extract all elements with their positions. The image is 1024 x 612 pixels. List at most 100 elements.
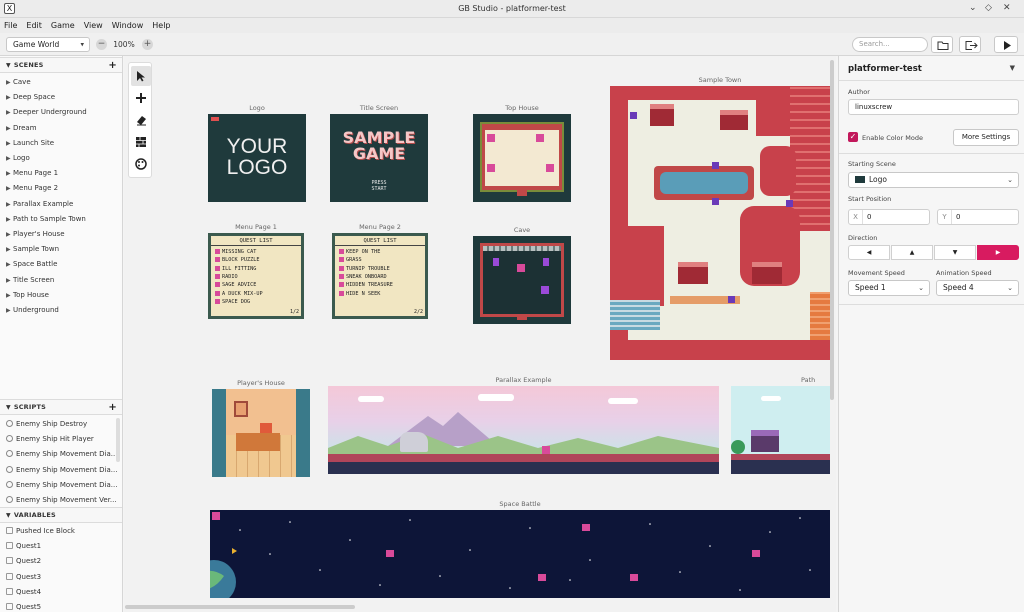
scripts-scrollbar[interactable] — [116, 418, 120, 462]
variable-list-item[interactable]: Quest2 — [0, 554, 122, 569]
scene-list-item[interactable]: ▶ Deeper Underground — [0, 105, 122, 120]
scene-list-item[interactable]: ▶ Cave — [0, 75, 122, 90]
export-button[interactable] — [959, 36, 981, 53]
paint-tool[interactable] — [131, 154, 151, 174]
scrollbar-thumb[interactable] — [125, 605, 355, 609]
horizontal-scrollbar[interactable] — [125, 604, 825, 610]
starting-scene-select[interactable]: Logo ⌄ — [848, 172, 1019, 188]
start-y-field[interactable]: Y0 — [937, 209, 1019, 225]
scenes-header[interactable]: ▼ SCENES + — [0, 57, 122, 73]
menu-edit[interactable]: Edit — [26, 21, 42, 30]
title-bar: X GB Studio - platformer-test ⌄ ◇ ✕ — [0, 0, 1024, 18]
scene-menu-page-1[interactable]: Menu Page 1 QUEST LIST MISSING CAT BLOCK … — [208, 223, 304, 319]
chevron-right-icon: ▶ — [6, 246, 11, 254]
variable-list-item[interactable]: Pushed Ice Block — [0, 524, 122, 539]
checkbox-icon — [215, 257, 220, 263]
add-scene-button[interactable]: + — [108, 58, 117, 73]
movement-speed-select[interactable]: Speed 1 ⌄ — [848, 280, 930, 296]
scene-list-item[interactable]: ▶ Dream — [0, 121, 122, 136]
author-field[interactable]: linuxscrew — [848, 99, 1019, 115]
direction-down-button[interactable]: ▼ — [934, 245, 976, 260]
menu-bar: File Edit Game View Window Help — [0, 18, 1024, 33]
scene-list-item[interactable]: ▶ Sample Town — [0, 242, 122, 257]
script-list-item[interactable]: Enemy Ship Movement Dia... — [0, 463, 122, 478]
select-tool[interactable] — [131, 66, 151, 86]
variables-header[interactable]: ▼ VARIABLES — [0, 507, 122, 523]
zoom-in-button[interactable]: + — [142, 39, 153, 50]
menu-help[interactable]: Help — [152, 21, 170, 30]
view-select[interactable]: Game World ▾ — [6, 37, 90, 52]
maximize-icon[interactable]: ◇ — [985, 3, 992, 13]
scene-parallax-example[interactable]: Parallax Example — [328, 376, 719, 474]
chevron-right-icon: ▶ — [6, 307, 11, 314]
scene-list-item[interactable]: ▶ Launch Site — [0, 136, 122, 151]
scene-logo[interactable]: Logo YOUR LOGO — [208, 104, 306, 202]
script-list-item[interactable]: Enemy Ship Destroy — [0, 417, 122, 432]
scene-list-item-label: Launch Site — [13, 138, 55, 147]
checkbox-icon — [215, 273, 220, 279]
add-script-button[interactable]: + — [108, 400, 117, 415]
close-icon[interactable]: ✕ — [1003, 3, 1011, 13]
scene-space-battle[interactable]: Space Battle — [210, 500, 830, 598]
direction-up-button[interactable]: ▲ — [891, 245, 933, 260]
menu-window[interactable]: Window — [112, 21, 144, 30]
zoom-out-button[interactable]: − — [96, 39, 107, 50]
scene-path-to-sample-town[interactable]: Path — [731, 376, 830, 474]
menu-view[interactable]: View — [84, 21, 103, 30]
scene-label: Space Battle — [499, 500, 541, 508]
add-tool[interactable] — [131, 88, 151, 108]
scene-top-house[interactable]: Top House — [473, 104, 571, 202]
scene-players-house[interactable]: Player's House — [212, 379, 310, 477]
animation-speed-select[interactable]: Speed 4 ⌄ — [936, 280, 1019, 296]
vertical-scrollbar[interactable] — [829, 60, 835, 600]
menu-item: SPACE DOG — [215, 298, 250, 305]
scene-list-item[interactable]: ▶ Parallax Example — [0, 197, 122, 212]
scene-list-item[interactable]: ▶ Deep Space — [0, 90, 122, 105]
script-list-item[interactable]: Enemy Ship Movement Dia... — [0, 478, 122, 493]
search-input[interactable]: Search... — [852, 37, 928, 52]
script-list-item[interactable]: Enemy Ship Movement Ver... — [0, 493, 122, 508]
scene-list-item[interactable]: ▶ Menu Page 2 — [0, 181, 122, 196]
star-field — [210, 517, 811, 598]
scene-list-item[interactable]: ▶ Path to Sample Town — [0, 212, 122, 227]
chevron-down-icon: ⌄ — [1007, 176, 1013, 184]
scripts-header[interactable]: ▼ SCRIPTS + — [0, 399, 122, 415]
more-settings-button[interactable]: More Settings — [953, 129, 1019, 146]
color-mode-checkbox[interactable]: ✓ — [848, 132, 858, 142]
scene-list-item[interactable]: ▶ Title Screen — [0, 273, 122, 288]
chevron-down-icon[interactable]: ⌄ — [969, 3, 977, 13]
scene-label: Title Screen — [359, 104, 399, 112]
eraser-tool[interactable] — [131, 110, 151, 130]
scene-thumbnail-icon — [855, 176, 865, 183]
scene-list-item[interactable]: ▶ Menu Page 1 — [0, 166, 122, 181]
scene-list-item[interactable]: ▶ Space Battle — [0, 257, 122, 272]
variable-list-item[interactable]: Quest1 — [0, 539, 122, 554]
script-icon — [6, 420, 13, 427]
direction-right-button[interactable]: ▶ — [977, 245, 1019, 260]
scene-list-item[interactable]: ▶ Logo — [0, 151, 122, 166]
panel-menu-button[interactable]: ▼ — [1010, 64, 1015, 72]
scene-title-screen[interactable]: Title Screen SAMPLE GAME PRESS START — [330, 104, 428, 202]
menu-game[interactable]: Game — [51, 21, 75, 30]
open-folder-button[interactable] — [931, 36, 953, 53]
elephant-sprite — [400, 432, 428, 452]
variable-list-item[interactable]: Quest3 — [0, 570, 122, 585]
scrollbar-thumb[interactable] — [830, 60, 834, 400]
script-list-item[interactable]: Enemy Ship Movement Dia... — [0, 447, 122, 462]
scene-list-item[interactable]: ▶ Top House — [0, 288, 122, 303]
scene-cave[interactable]: Cave — [473, 226, 571, 324]
scene-list-item[interactable]: ▶ Underground — [0, 303, 122, 318]
start-x-field[interactable]: X0 — [848, 209, 930, 225]
script-list-item[interactable]: Enemy Ship Hit Player — [0, 432, 122, 447]
menu-file[interactable]: File — [4, 21, 17, 30]
script-list-item-label: Enemy Ship Movement Dia... — [16, 465, 118, 474]
collision-tool[interactable] — [131, 132, 151, 152]
scene-menu-page-2[interactable]: Menu Page 2 QUEST LIST KEEP ON THE GRASS T… — [332, 223, 428, 319]
direction-left-button[interactable]: ◀ — [848, 245, 890, 260]
variable-list-item[interactable]: Quest5 — [0, 600, 122, 612]
variable-list-item[interactable]: Quest4 — [0, 585, 122, 600]
play-button[interactable] — [994, 36, 1018, 53]
scene-list-item[interactable]: ▶ Player's House — [0, 227, 122, 242]
chevron-right-icon: ▶ — [6, 261, 11, 269]
scene-sample-town[interactable]: Sample Town — [610, 76, 830, 360]
